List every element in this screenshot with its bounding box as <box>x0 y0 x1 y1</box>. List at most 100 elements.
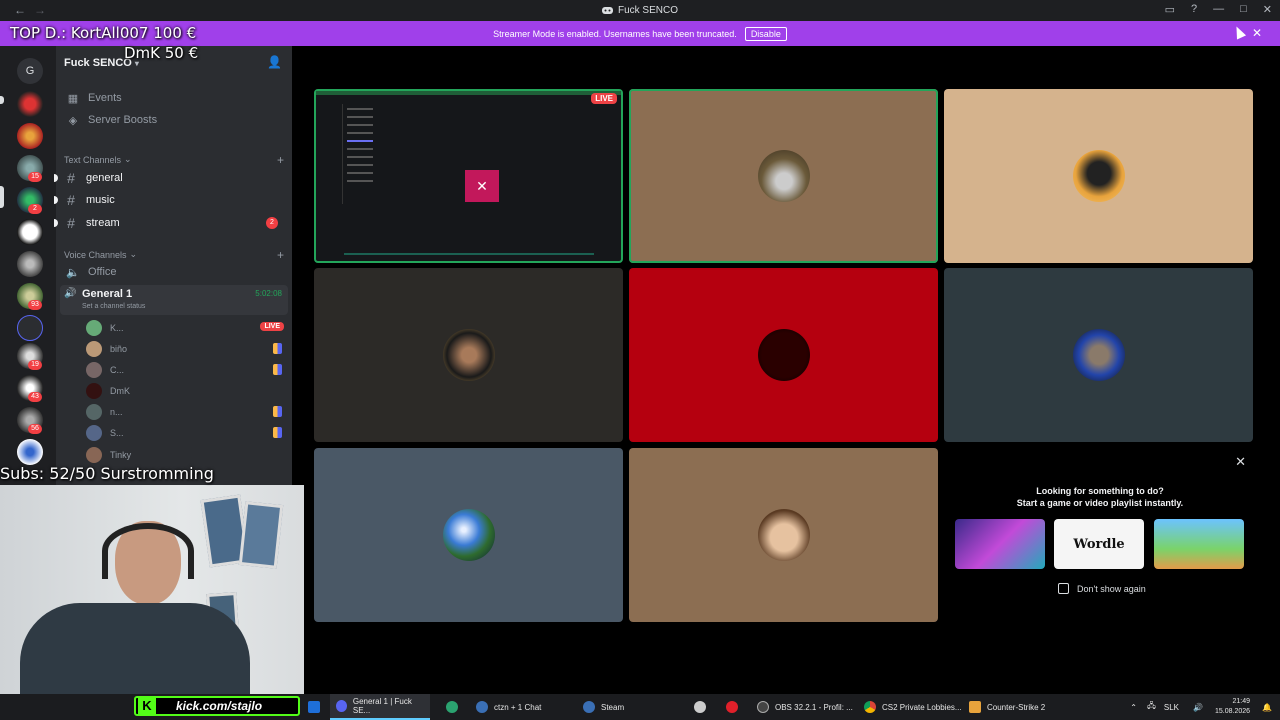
voice-channel-office[interactable]: 🔈 Office <box>64 262 284 282</box>
server-icon[interactable] <box>17 219 43 245</box>
checkbox[interactable] <box>1058 583 1069 594</box>
taskbar-item-cs2[interactable]: Counter-Strike 2 <box>963 694 1051 720</box>
voice-channels-category[interactable]: Voice Channels ⌄ + <box>64 248 286 262</box>
shared-menu-lines <box>347 108 373 110</box>
taskbar-app-icon[interactable] <box>440 694 464 720</box>
unread-indicator <box>54 196 58 204</box>
taskbar-app-icon[interactable] <box>302 694 326 720</box>
server-boosts-item[interactable]: ◈ Server Boosts <box>64 110 284 130</box>
activity-card-farm[interactable] <box>1154 519 1244 569</box>
participant-tile[interactable] <box>944 268 1253 442</box>
plus-icon[interactable]: + <box>277 248 284 262</box>
text-channels-category[interactable]: Text Channels ⌄ + <box>64 153 286 167</box>
voice-user[interactable]: biño <box>86 339 286 359</box>
avatar <box>86 383 102 399</box>
activity-subheading: Start a game or video playlist instantly… <box>1016 498 1184 508</box>
headset <box>102 523 194 579</box>
close-window-button[interactable]: ✕ <box>1263 3 1272 16</box>
clock[interactable]: 21:49 15.08.2026 <box>1215 697 1250 717</box>
taskbar-app-icon[interactable] <box>720 694 744 720</box>
activity-heading: Looking for something to do? <box>1036 486 1164 496</box>
taskbar-item-discord[interactable]: General 1 | Fuck SE... <box>330 694 430 720</box>
server-icon[interactable] <box>17 251 43 277</box>
volume-icon[interactable]: 🔊 <box>1193 703 1203 712</box>
activity-card-game[interactable] <box>955 519 1045 569</box>
avatar <box>86 320 102 336</box>
server-icon-home[interactable]: G <box>17 58 43 84</box>
chevron-up-icon[interactable]: ⌃ <box>1130 703 1137 712</box>
plus-icon[interactable]: + <box>277 153 284 167</box>
hash-icon: # <box>67 192 75 208</box>
network-icon[interactable]: 🖧 <box>1147 700 1156 714</box>
obs-icon <box>757 701 769 713</box>
voice-user-name: Tinky <box>110 450 132 460</box>
participant-tile[interactable] <box>314 448 623 622</box>
voice-user-name: S... <box>110 428 124 438</box>
hash-icon: # <box>67 215 75 231</box>
avatar <box>86 425 102 441</box>
channel-name: Office <box>88 266 117 278</box>
voice-user[interactable]: Tinky <box>86 445 286 465</box>
calendar-icon: ▦ <box>67 92 79 105</box>
taskbar-label: Counter-Strike 2 <box>987 702 1046 712</box>
taskbar-app-icon[interactable] <box>688 694 712 720</box>
taskbar-item-chat[interactable]: ctzn + 1 Chat <box>470 694 547 720</box>
app-icon <box>446 701 458 713</box>
notification-icon[interactable]: 🔔 <box>1262 703 1272 712</box>
voice-user[interactable]: S... <box>86 423 286 443</box>
screen-share-tile[interactable]: ✕ LIVE <box>314 89 623 263</box>
home-letter: G <box>25 65 35 77</box>
taskbar-item-steam[interactable]: Steam <box>577 694 630 720</box>
server-name: Fuck SENCO <box>64 57 132 69</box>
server-icon[interactable] <box>17 123 43 149</box>
channel-general[interactable]: # general <box>54 168 286 188</box>
voice-user[interactable]: n... <box>86 402 286 422</box>
channel-stream[interactable]: # stream 2 <box>54 213 286 233</box>
channel-music[interactable]: # music <box>54 190 286 210</box>
help-icon[interactable]: ? <box>1191 3 1197 16</box>
forward-arrow-icon[interactable]: → <box>34 3 46 17</box>
kick-overlay: K kick.com/stajlo <box>134 696 300 716</box>
close-icon[interactable]: ✕ <box>1252 26 1262 40</box>
voice-user-name: biño <box>110 344 128 354</box>
voice-user[interactable]: K... LIVE <box>86 318 286 338</box>
discord-logo-icon <box>601 7 613 14</box>
window-controls: ▭ ? — □ ✕ <box>1165 3 1272 16</box>
language-indicator[interactable]: SLK <box>1164 703 1179 712</box>
hash-icon: # <box>67 170 75 186</box>
maximize-button[interactable]: □ <box>1240 3 1247 16</box>
system-tray: ⌃ 🖧 SLK 🔊 21:49 15.08.2026 🔔 <box>1130 694 1280 720</box>
participant-tile[interactable] <box>629 448 938 622</box>
events-item[interactable]: ▦ Events <box>64 88 284 108</box>
server-icon[interactable] <box>17 315 43 341</box>
taskbar-item-obs[interactable]: OBS 32.2.1 - Profil: ... <box>751 694 859 720</box>
voice-channel-general-1[interactable]: 🔊 General 1 5:02:08 Set a channel status <box>60 285 288 315</box>
back-arrow-icon[interactable]: ← <box>14 3 26 17</box>
inbox-icon[interactable]: ▭ <box>1165 3 1175 16</box>
voice-user-name: DmK <box>110 386 130 396</box>
activity-suggestion: ✕ Looking for something to do? Start a g… <box>944 448 1256 624</box>
voice-user[interactable]: C... <box>86 360 286 380</box>
mention-badge: 2 <box>28 204 42 214</box>
chrome-icon <box>864 701 876 713</box>
close-icon[interactable]: ✕ <box>1235 454 1246 470</box>
voice-user[interactable]: DmK <box>86 381 286 401</box>
server-icon[interactable] <box>17 439 43 465</box>
participant-tile[interactable] <box>629 89 938 263</box>
speaker-icon: 🔊 <box>64 288 77 299</box>
avatar <box>86 362 102 378</box>
window-titlebar: ← → Fuck SENCO ▭ ? — □ ✕ <box>0 0 1280 21</box>
dont-show-again[interactable]: Don't show again <box>1058 583 1146 594</box>
disable-streamer-mode-button[interactable]: Disable <box>744 26 787 41</box>
activity-card-wordle[interactable]: Wordle <box>1054 519 1144 569</box>
add-user-icon[interactable]: 👤 <box>267 55 282 69</box>
speaker-icon: 🔈 <box>66 266 80 279</box>
taskbar-item-chrome[interactable]: CS2 Private Lobbies... <box>858 694 968 720</box>
participant-tile[interactable] <box>629 268 938 442</box>
minimize-button[interactable]: — <box>1213 3 1224 16</box>
channel-status-link[interactable]: Set a channel status <box>82 303 145 310</box>
participant-tile[interactable] <box>944 89 1253 263</box>
events-label: Events <box>88 92 122 104</box>
server-icon[interactable] <box>17 91 43 117</box>
participant-tile[interactable] <box>314 268 623 442</box>
